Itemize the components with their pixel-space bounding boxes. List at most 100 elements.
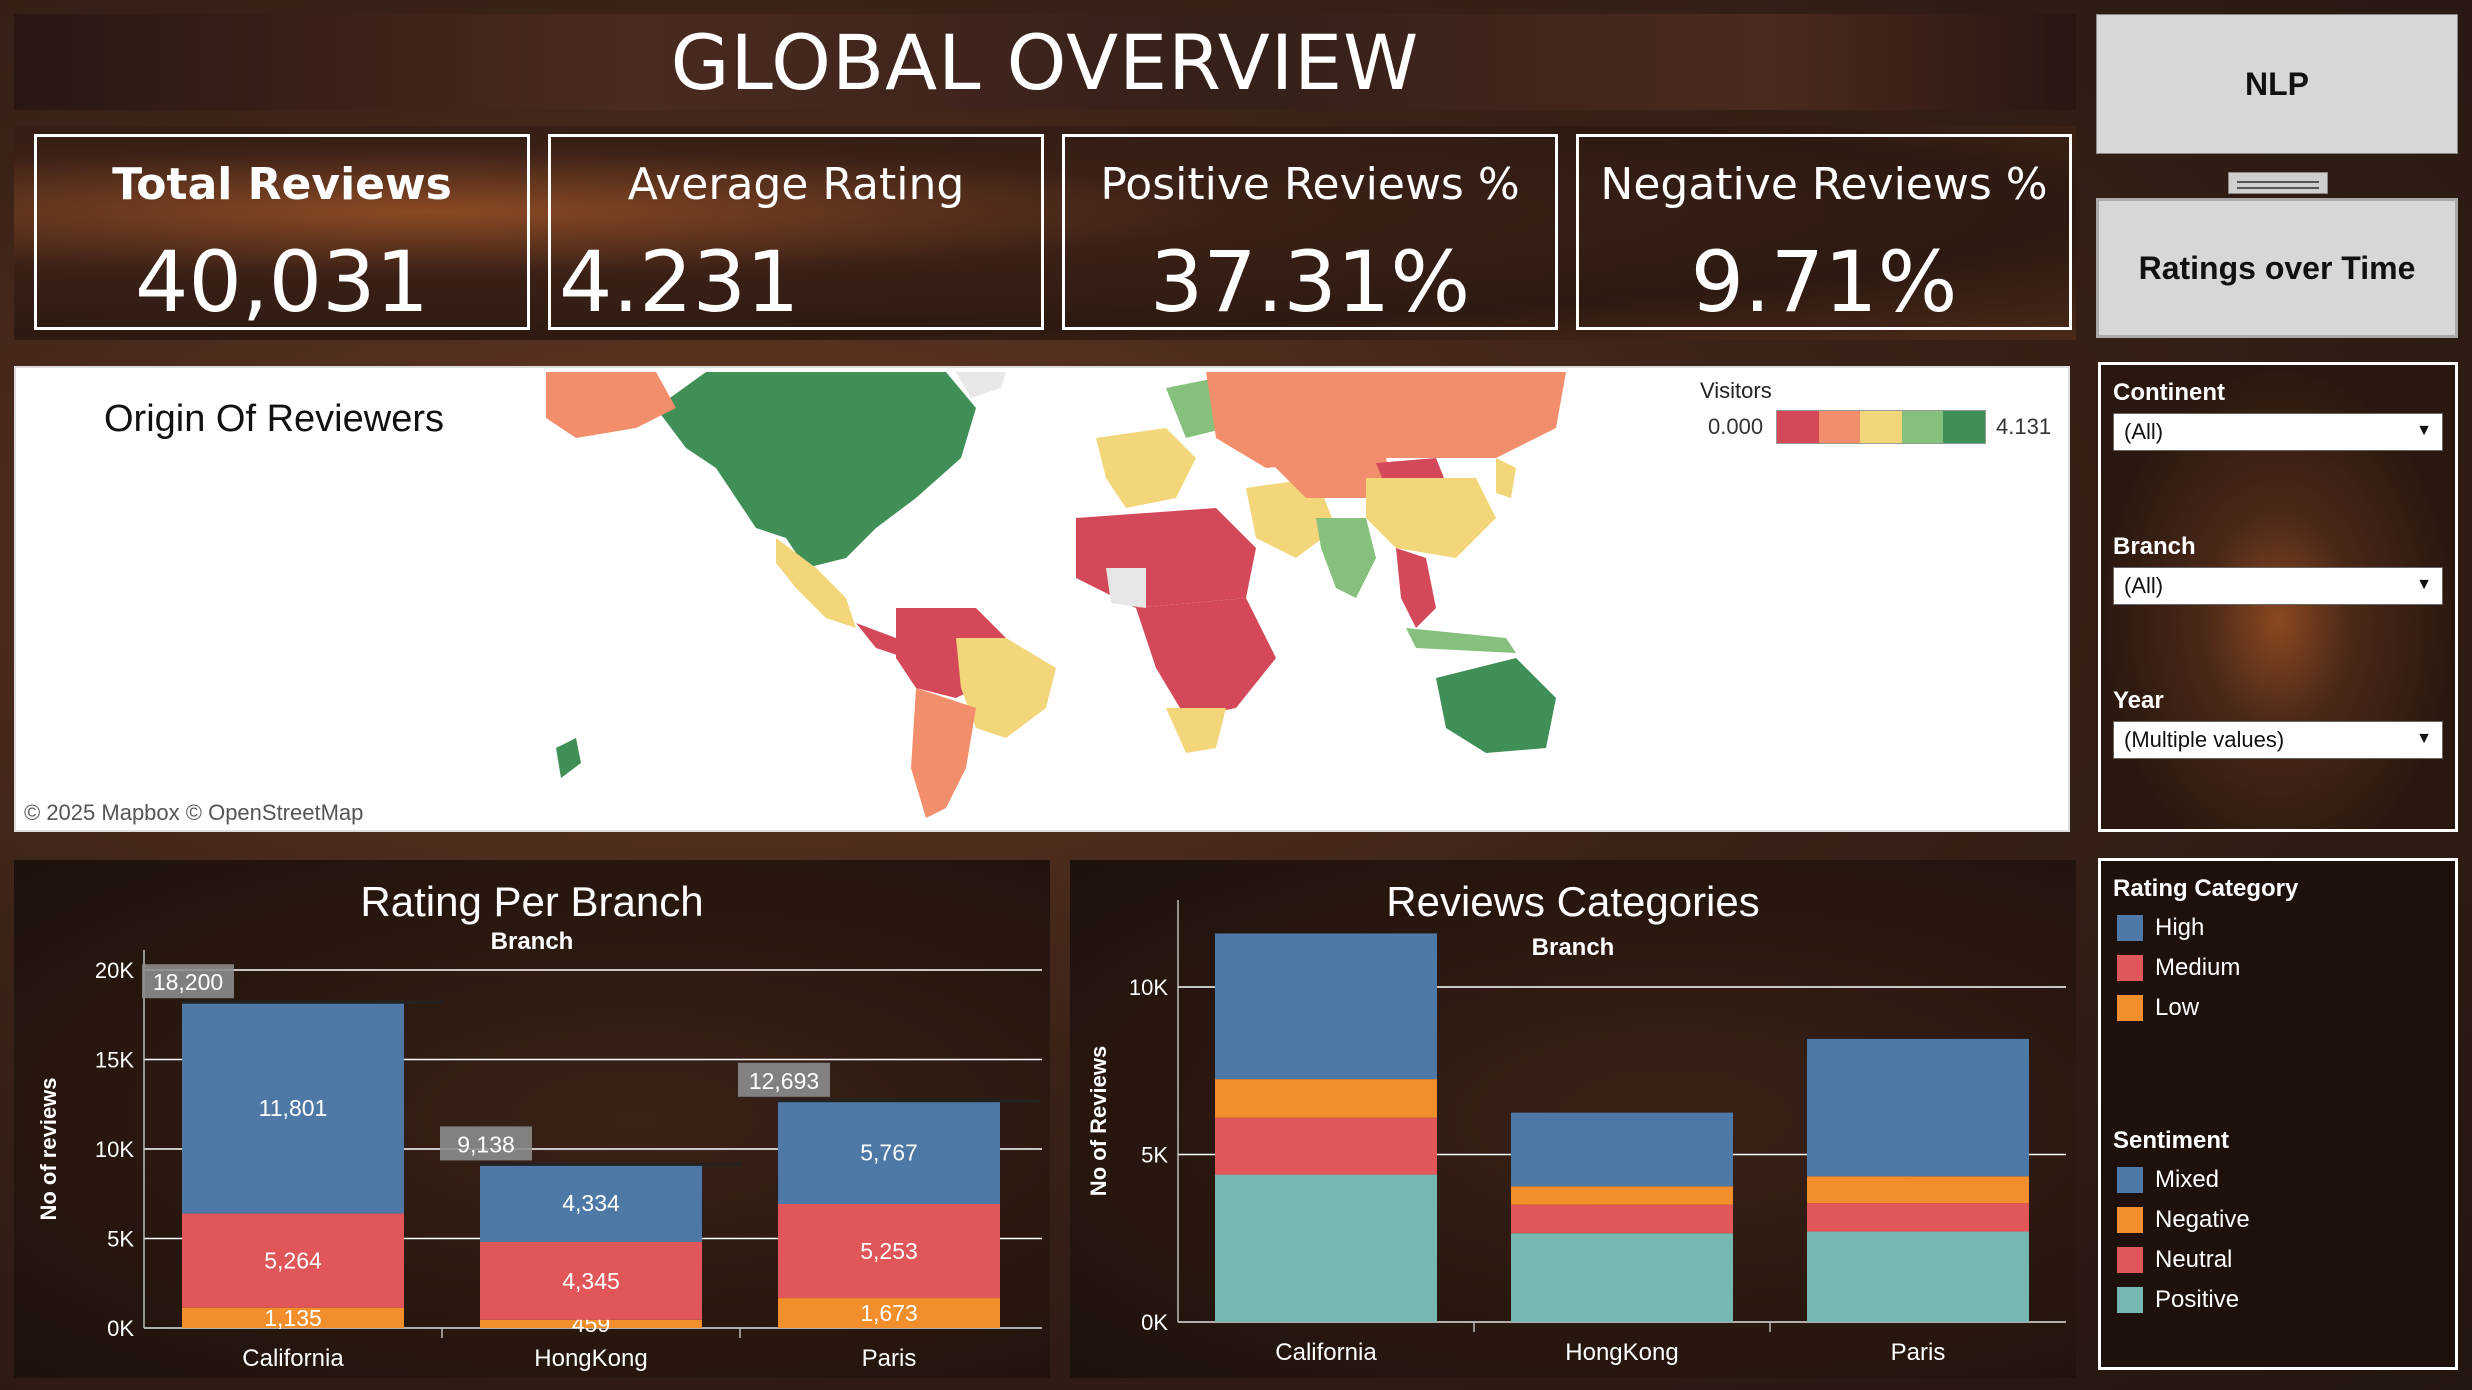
map-region-africa-central <box>1136 598 1276 718</box>
year-filter-select[interactable]: (Multiple values) ▼ <box>2113 721 2443 759</box>
bar-segment-positive[interactable] <box>1511 1233 1733 1322</box>
reviews-categories-chart[interactable]: 0K 5K 10K No of Reviews California HongKong Pa… <box>1070 860 2076 1378</box>
y-axis-label: No of reviews <box>36 1077 61 1220</box>
map-region-europe-west <box>1096 428 1196 508</box>
legend-item-mixed[interactable]: Mixed <box>2117 1165 2219 1195</box>
map-region-china <box>1366 478 1496 558</box>
bar-segment-mixed[interactable] <box>1215 933 1437 1080</box>
map-legend-max: 4.131 <box>1996 414 2052 439</box>
total-label: 9,138 <box>457 1131 515 1157</box>
x-tick-label: California <box>1275 1339 1377 1366</box>
legend-label: Medium <box>2155 954 2241 981</box>
data-label: 4,345 <box>562 1268 620 1294</box>
y-tick-label: 10K <box>95 1137 134 1162</box>
kpi-total-reviews: Total Reviews 40,031 <box>34 134 530 331</box>
x-tick-label: California <box>242 1345 344 1372</box>
y-tick-label: 0K <box>1141 1310 1168 1335</box>
ramp-step-2 <box>1818 411 1861 443</box>
map-legend-ramp <box>1776 410 1986 444</box>
kpi-value: 4.231 <box>559 233 800 331</box>
data-label: 4,334 <box>562 1190 620 1216</box>
ramp-step-4 <box>1901 411 1944 443</box>
bar-segment-positive[interactable] <box>1807 1231 2029 1322</box>
bar-segment-negative[interactable] <box>1511 1186 1733 1205</box>
rating-per-branch-chart[interactable]: 0K 5K 10K 15K 20K No of reviews 1,135 5,264 11,8… <box>14 860 1050 1378</box>
legends-panel: Rating Category High Medium Low Sentimen… <box>2098 858 2458 1370</box>
map-region-russia <box>1206 372 1566 468</box>
sentiment-legend-title: Sentiment <box>2113 1127 2230 1154</box>
continent-filter-select[interactable]: (All) ▼ <box>2113 413 2443 451</box>
legend-label: High <box>2155 914 2205 941</box>
branch-filter-value: (All) <box>2124 573 2164 598</box>
map-legend-title: Visitors <box>1700 378 1772 403</box>
legend-label: Mixed <box>2155 1166 2220 1193</box>
kpi-value: 40,031 <box>135 233 429 331</box>
legend-swatch <box>2117 1207 2143 1233</box>
kpi-label: Average Rating <box>627 159 965 210</box>
data-label: 1,673 <box>860 1300 918 1326</box>
ratings-over-time-nav-button[interactable]: Ratings over Time <box>2096 198 2458 338</box>
legend-item-medium[interactable]: Medium <box>2117 953 2240 983</box>
x-tick-label: HongKong <box>1565 1339 1678 1366</box>
bar-segment-negative[interactable] <box>1215 1079 1437 1118</box>
legend-item-positive[interactable]: Positive <box>2117 1285 2239 1315</box>
page-title: GLOBAL OVERVIEW <box>670 17 1420 107</box>
filters-panel: Continent (All) ▼ Branch (All) ▼ Year (M… <box>2098 362 2458 832</box>
reviews-categories-panel: Reviews Categories Branch 0K 5K 10K No of R… <box>1070 860 2076 1378</box>
legend-item-high[interactable]: High <box>2117 913 2204 943</box>
map-region-indonesia <box>1406 628 1516 653</box>
data-label: 5,253 <box>860 1238 918 1264</box>
bar-segment-neutral[interactable] <box>1511 1204 1733 1234</box>
total-label: 12,693 <box>749 1068 819 1094</box>
y-tick-label: 15K <box>95 1048 134 1073</box>
bar-segment-neutral[interactable] <box>1215 1117 1437 1175</box>
map-region-africa-gray <box>1106 568 1146 608</box>
y-tick-label: 5K <box>1141 1143 1168 1168</box>
legend-item-neutral[interactable]: Neutral <box>2117 1245 2232 1275</box>
ramp-step-3 <box>1860 411 1902 443</box>
map-region-africa-north <box>1076 508 1256 608</box>
legend-item-low[interactable]: Low <box>2117 993 2199 1023</box>
y-tick-label: 20K <box>95 958 134 983</box>
branch-filter-label: Branch <box>2113 533 2196 560</box>
bar-segment-positive[interactable] <box>1215 1174 1437 1322</box>
rating-per-branch-panel: Rating Per Branch Branch 0K 5K 10K 15K 20K No… <box>14 860 1050 1378</box>
kpi-average-rating: Average Rating 4.231 <box>548 134 1044 331</box>
bar-segment-neutral[interactable] <box>1807 1203 2029 1232</box>
chevron-down-icon: ▼ <box>2416 576 2432 593</box>
bar-segment-mixed[interactable] <box>1511 1112 1733 1187</box>
branch-filter-select[interactable]: (All) ▼ <box>2113 567 2443 605</box>
resize-handle[interactable] <box>2228 172 2328 194</box>
kpi-negative-reviews: Negative Reviews % 9.71% <box>1576 134 2072 331</box>
map-region-africa-south <box>1166 708 1226 753</box>
reviewer-origin-map[interactable]: Origin Of Reviewers Visitors 0.000 4.131… <box>14 366 2070 832</box>
map-credit: © 2025 Mapbox © OpenStreetMap <box>24 800 364 825</box>
kpi-strip: Total Reviews 40,031 Average Rating 4.23… <box>14 126 2076 340</box>
continent-filter-label: Continent <box>2113 379 2225 406</box>
legend-swatch <box>2117 915 2143 941</box>
ramp-step-5 <box>1943 411 1985 443</box>
legend-item-negative[interactable]: Negative <box>2117 1205 2250 1235</box>
map-region-japan <box>1496 458 1516 498</box>
y-tick-label: 5K <box>107 1227 134 1252</box>
legend-swatch <box>2117 995 2143 1021</box>
map-region-north-america <box>656 372 976 568</box>
kpi-label: Total Reviews <box>112 159 452 210</box>
legend-swatch <box>2117 1247 2143 1273</box>
legend-label: Negative <box>2155 1206 2250 1233</box>
kpi-label: Positive Reviews % <box>1100 159 1520 210</box>
map-region-southeast-asia <box>1396 548 1436 628</box>
y-tick-label: 10K <box>1129 975 1168 1000</box>
chevron-down-icon: ▼ <box>2416 422 2432 439</box>
map-legend-min: 0.000 <box>1708 414 1764 439</box>
data-label: 11,801 <box>259 1095 328 1121</box>
kpi-positive-reviews: Positive Reviews % 37.31% <box>1062 134 1558 331</box>
continent-filter-value: (All) <box>2124 419 2164 444</box>
year-filter-label: Year <box>2113 687 2164 714</box>
x-tick-label: Paris <box>862 1345 917 1372</box>
y-axis-label: No of Reviews <box>1086 1046 1111 1196</box>
dashboard-title-bar: GLOBAL OVERVIEW <box>14 14 2076 110</box>
nlp-nav-button[interactable]: NLP <box>2096 14 2458 154</box>
bar-segment-negative[interactable] <box>1807 1176 2029 1204</box>
bar-segment-mixed[interactable] <box>1807 1038 2029 1177</box>
